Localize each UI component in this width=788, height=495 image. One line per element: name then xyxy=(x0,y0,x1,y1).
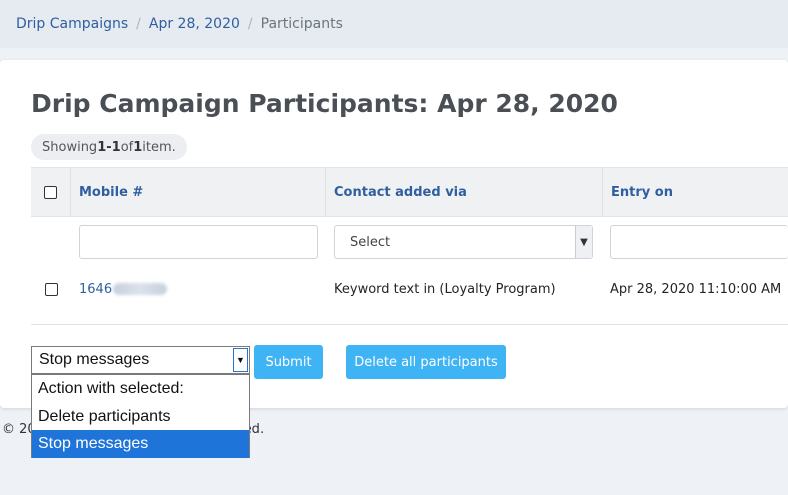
delete-all-participants-button[interactable]: Delete all participants xyxy=(346,345,506,379)
mobile-number: 1646 xyxy=(79,281,113,297)
participants-card: Drip Campaign Participants: Apr 28, 2020… xyxy=(0,60,788,408)
column-header-mobile[interactable]: Mobile # xyxy=(71,168,326,216)
breadcrumb-drip-campaigns[interactable]: Drip Campaigns xyxy=(16,16,128,32)
row-checkbox[interactable] xyxy=(44,282,58,296)
summary-suffix: item. xyxy=(142,139,176,155)
filter-row: Select ▼ xyxy=(31,217,788,267)
chevron-down-icon[interactable]: ▼ xyxy=(233,348,248,372)
row-select-cell xyxy=(31,267,71,311)
entry-on-cell: Apr 28, 2020 11:10:00 AM xyxy=(610,281,782,297)
submit-button[interactable]: Submit xyxy=(254,345,323,379)
breadcrumb-campaign-date[interactable]: Apr 28, 2020 xyxy=(149,16,240,32)
chevron-down-icon: ▼ xyxy=(575,226,592,258)
breadcrumb: Drip Campaigns / Apr 28, 2020 / Particip… xyxy=(0,0,788,48)
breadcrumb-separator: / xyxy=(247,16,253,32)
option-stop-messages[interactable]: Stop messages xyxy=(32,430,249,458)
option-action-with-selected[interactable]: Action with selected: xyxy=(32,375,249,403)
breadcrumb-separator: / xyxy=(136,16,141,32)
summary-badge: Showing 1-1 of 1 item. xyxy=(31,134,187,160)
page-title: Drip Campaign Participants: Apr 28, 2020 xyxy=(31,89,618,118)
summary-of: of xyxy=(120,139,134,155)
table-header: Mobile # Contact added via Entry on xyxy=(31,167,788,217)
column-header-entry-on[interactable]: Entry on xyxy=(603,168,788,216)
bulk-action-select[interactable]: Stop messages ▼ xyxy=(31,346,250,374)
header-select-cell xyxy=(31,168,71,216)
table-divider xyxy=(31,324,788,325)
contact-added-via-filter-select[interactable]: Select ▼ xyxy=(334,225,593,259)
bulk-action-value: Stop messages xyxy=(39,351,150,368)
mobile-cell[interactable]: 1646 xyxy=(79,267,168,311)
table-row: 1646 Keyword text in (Loyalty Program) A… xyxy=(31,267,788,311)
mobile-filter-input[interactable] xyxy=(79,225,318,259)
breadcrumb-participants: Participants xyxy=(260,16,343,32)
option-delete-participants[interactable]: Delete participants xyxy=(32,403,249,431)
summary-total: 1 xyxy=(133,139,143,155)
summary-range: 1-1 xyxy=(97,139,121,155)
select-all-checkbox[interactable] xyxy=(44,185,57,199)
redacted-digits xyxy=(113,283,168,295)
entry-on-filter-input[interactable] xyxy=(610,225,788,259)
contact-filter-value: Select xyxy=(350,234,391,250)
bulk-action-dropdown-list: Action with selected: Delete participant… xyxy=(31,374,250,458)
column-header-contact-added-via[interactable]: Contact added via xyxy=(326,168,603,216)
summary-prefix: Showing xyxy=(42,139,98,155)
contact-added-via-cell: Keyword text in (Loyalty Program) xyxy=(334,281,556,297)
